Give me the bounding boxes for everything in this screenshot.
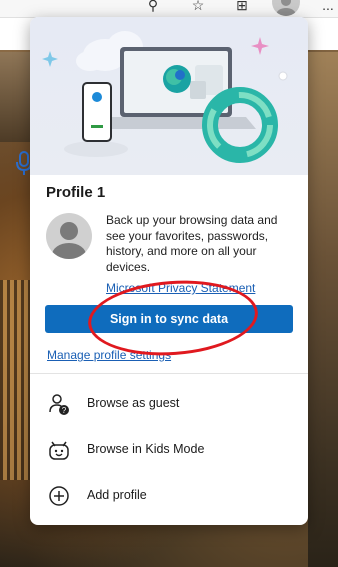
browser-toolbar: ⚲ ☆ ⊞ ... bbox=[0, 0, 338, 18]
profile-name: Profile 1 bbox=[46, 184, 106, 201]
background-photo-right bbox=[308, 52, 338, 567]
add-profile-icon[interactable]: ⚲ bbox=[143, 0, 163, 14]
more-icon[interactable]: ... bbox=[318, 0, 338, 14]
add-circle-icon bbox=[48, 485, 70, 507]
favorites-icon[interactable]: ☆ bbox=[188, 0, 208, 14]
add-profile-item[interactable]: Add profile bbox=[30, 474, 308, 518]
background-photo-left bbox=[0, 52, 30, 142]
sign-in-to-sync-button[interactable]: Sign in to sync data bbox=[45, 305, 293, 333]
profile-flyout: Profile 1 Back up your browsing data and… bbox=[30, 17, 308, 525]
privacy-statement-link[interactable]: Microsoft Privacy Statement bbox=[106, 281, 255, 295]
browse-as-guest-label: Browse as guest bbox=[87, 396, 180, 410]
svg-text:?: ? bbox=[62, 406, 67, 415]
sync-illustration bbox=[30, 17, 308, 175]
kids-mode-icon bbox=[48, 439, 70, 461]
divider bbox=[30, 373, 308, 374]
sync-description: Back up your browsing data and see your … bbox=[106, 213, 278, 274]
profile-avatar-large bbox=[46, 213, 92, 259]
guest-icon: ? bbox=[48, 393, 70, 415]
collections-icon[interactable]: ⊞ bbox=[232, 0, 252, 14]
manage-profile-settings-link[interactable]: Manage profile settings bbox=[47, 348, 171, 362]
browse-in-kids-mode-label: Browse in Kids Mode bbox=[87, 442, 205, 456]
background-fence bbox=[0, 280, 30, 480]
profile-avatar[interactable] bbox=[272, 0, 300, 16]
add-profile-label: Add profile bbox=[87, 488, 147, 502]
browse-as-guest-item[interactable]: ? Browse as guest bbox=[30, 382, 308, 426]
browse-in-kids-mode-item[interactable]: Browse in Kids Mode bbox=[30, 428, 308, 472]
